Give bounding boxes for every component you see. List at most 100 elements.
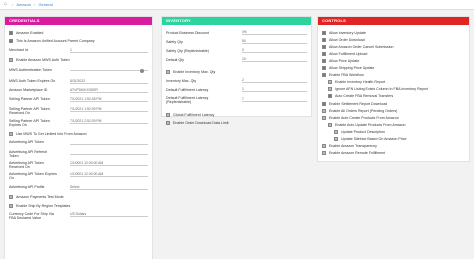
enable-auto-create-products-from-amazon-row: Enable Auto Create Products From Amazon	[322, 115, 399, 120]
this-is-amazon-unified-account-parent-company-label: This Is Amazon Unified Account Parent Co…	[16, 38, 95, 43]
use-mws-to-get-limited-info-from-amazon-checkbox[interactable]	[9, 131, 13, 136]
enable-order-download-data-limit-label: Enable Order Download Data Limit	[173, 120, 229, 125]
auto-create-fba-removal-transfers-label: Auto Create FBA Removal Transfers	[335, 94, 394, 99]
selling-partner-api-token-received-on-row: Selling Partner API Token Received On	[9, 107, 57, 116]
this-is-amazon-unified-account-parent-company-checkbox[interactable]	[9, 38, 13, 43]
advertising-api-profile-underline	[70, 185, 148, 190]
enable-inventory-max-qty-checkbox[interactable]	[166, 69, 170, 74]
inventory-max-qty-row: Inventory Max. Qty	[166, 78, 214, 83]
allow-price-update-row: Allow Price Update	[322, 58, 359, 63]
default-qty-label: Default Qty	[166, 57, 184, 62]
enable-ship-by-region-templates-row: Enable Ship By Region Templates	[9, 203, 70, 208]
default-fulfillment-latency-underline	[242, 87, 307, 92]
enable-order-download-data-limit-checkbox[interactable]	[166, 120, 170, 125]
use-mws-to-get-limited-info-from-amazon-row: Use MWS To Get Limited Info From Amazon	[9, 131, 87, 136]
default-qty-row: Default Qty	[166, 57, 214, 62]
amazon-marketplace-id-row: Amazon Marketplace ID	[9, 88, 57, 97]
selling-partner-api-token-label: Selling Partner API Token	[9, 97, 50, 101]
product-business-discount-underline	[242, 30, 307, 35]
enable-all-orders-report-pending-orders-checkbox[interactable]	[322, 108, 326, 113]
inventory-max-qty-label: Inventory Max. Qty	[166, 78, 197, 83]
enable-amazon-mws-auth-token-row: Enable Amazon MWS Auth Token	[9, 57, 70, 62]
amazon-payments-test-mode-checkbox[interactable]	[9, 194, 13, 199]
allow-shipping-price-update-checkbox[interactable]	[322, 66, 326, 70]
global-fulfillment-latency-label: Global Fulfillment Latency	[173, 112, 215, 117]
safety-qty-label: Safety Qty	[166, 39, 183, 44]
currency-code-for-ship-via-fba-declared-value-underline	[70, 212, 148, 217]
safety-qty-replenishable-underline	[242, 48, 307, 53]
amazon-payments-test-mode-label: Amazon Payments Test Mode	[16, 194, 64, 199]
enable-settlement-report-download-checkbox[interactable]	[322, 101, 326, 106]
enable-auto-create-products-from-amazon-checkbox[interactable]	[322, 115, 326, 120]
merchant-id-row: Merchant Id	[9, 48, 57, 57]
amazon-enabled-checkbox[interactable]	[9, 30, 13, 35]
default-fulfillment-latency-label: Default Fulfillment Latency	[166, 87, 209, 92]
enable-all-orders-report-pending-orders-label: Enable All Orders Report (Pending Orders…	[329, 108, 398, 113]
allow-fulfillment-upload-checkbox[interactable]	[322, 51, 326, 56]
enable-inventory-health-report-row: Enable Inventory Health Report	[328, 80, 385, 85]
enable-amazon-remote-fulfillment-label: Enable Amazon Remote Fulfillment	[329, 151, 386, 156]
breadcrumb-item-general[interactable]: General	[38, 2, 52, 7]
mws-authentication-token-row: MWS Authentication Token	[9, 68, 57, 77]
selling-partner-api-token-expires-on-row: Selling Partner API Token Expires On	[9, 119, 57, 128]
amazon-marketplace-id-underline	[70, 88, 148, 93]
allow-shipping-price-update-label: Allow Shipping Price Update	[329, 66, 375, 70]
selling-partner-api-token-received-on-label: Selling Partner API Token Received On	[9, 107, 50, 115]
ignore-afn-listing-exists-column-in-fba-inventory-report-checkbox[interactable]	[328, 87, 332, 92]
enable-order-download-data-limit-row: Enable Order Download Data Limit	[166, 120, 229, 125]
auto-create-fba-removal-transfers-checkbox[interactable]	[328, 94, 332, 99]
safety-qty-replenishable-row: Safety Qty (Replenishable)	[166, 48, 214, 53]
enable-amazon-transparency-checkbox[interactable]	[322, 144, 326, 149]
default-fulfillment-latency-replenishable-label: Default Fulfillment Latency (Replenishab…	[166, 95, 209, 104]
enable-fba-workflow-row: Enable FBA Workflow	[322, 73, 364, 78]
advertising-api-token-received-on-row: Advertising API Token Received On	[9, 161, 57, 170]
enable-inventory-health-report-checkbox[interactable]	[328, 80, 332, 85]
update-sitelrice-based-on-amazon-price-row: Update Sitelrice Based On Amazon Price	[334, 137, 407, 142]
advertising-api-refresh-token-label: Advertising API Refresh Token	[9, 150, 47, 158]
inventory-max-qty-underline	[242, 78, 307, 83]
enable-settlement-report-download-row: Enable Settlement Report Download	[322, 101, 387, 106]
advertising-api-token-received-on-underline	[70, 161, 148, 166]
ignore-afn-listing-exists-column-in-fba-inventory-report-label: Ignore AFN Listing Exists Column In FBA …	[335, 87, 428, 92]
allow-inventory-update-checkbox[interactable]	[322, 30, 326, 35]
selling-partner-api-token-row: Selling Partner API Token	[9, 97, 57, 106]
allow-inventory-update-row: Allow Inventory Update	[322, 30, 366, 35]
global-fulfillment-latency-checkbox[interactable]	[166, 112, 170, 117]
ignore-afn-listing-exists-column-in-fba-inventory-report-row: Ignore AFN Listing Exists Column In FBA …	[328, 87, 428, 92]
mws-auth-token-expires-on-label: MWS Auth Token Expires On	[9, 79, 56, 83]
product-business-discount-row: Product Business Discount	[166, 30, 214, 35]
enable-inventory-max-qty-label: Enable Inventory Max. Qty	[173, 69, 216, 74]
advertising-api-profile-row: Advertising API Profile	[9, 185, 57, 194]
mws-auth-token-expires-on-underline	[70, 79, 148, 84]
update-sitelrice-based-on-amazon-price-label: Update Sitelrice Based On Amazon Price	[341, 137, 407, 141]
breadcrumb-item-amazon[interactable]: Amazon	[16, 2, 31, 7]
breadcrumb-separator: ›	[34, 2, 36, 7]
advertising-api-token-label: Advertising API Token	[9, 140, 44, 144]
enable-inventory-health-report-label: Enable Inventory Health Report	[335, 80, 386, 85]
slider-knob[interactable]	[140, 68, 144, 73]
enable-amazon-remote-fulfillment-checkbox[interactable]	[322, 151, 326, 156]
allow-order-download-checkbox[interactable]	[322, 37, 326, 42]
enable-all-orders-report-pending-orders-row: Enable All Orders Report (Pending Orders…	[322, 108, 397, 113]
enable-auto-update-products-from-amazon-checkbox[interactable]	[328, 122, 332, 127]
update-product-description-checkbox[interactable]	[334, 129, 338, 134]
mws-authentication-token-slider[interactable]	[70, 68, 148, 73]
amazon-payments-test-mode-row: Amazon Payments Test Mode	[9, 194, 64, 199]
allow-order-download-label: Allow Order Download	[329, 37, 365, 42]
update-sitelrice-based-on-amazon-price-checkbox[interactable]	[334, 137, 338, 141]
advertising-api-refresh-token-underline	[70, 150, 148, 155]
allow-price-update-checkbox[interactable]	[322, 58, 326, 63]
inventory-panel: INVENTORY Product Business Discount 0% Saf…	[161, 16, 312, 125]
enable-auto-update-products-from-amazon-row: Enable Auto Update Products From Amazon	[328, 122, 406, 127]
selling-partner-api-token-expires-on-underline	[70, 119, 148, 124]
default-qty-underline	[242, 57, 307, 62]
home-icon[interactable]: ⌂	[4, 2, 9, 7]
advertising-api-profile-label: Advertising API Profile	[9, 185, 45, 189]
enable-ship-by-region-templates-checkbox[interactable]	[9, 203, 13, 208]
enable-fba-workflow-checkbox[interactable]	[322, 73, 326, 78]
enable-amazon-mws-auth-token-checkbox[interactable]	[9, 57, 13, 62]
default-fulfillment-latency-replenishable-underline	[242, 97, 307, 102]
allow-shipping-price-update-row: Allow Shipping Price Update	[322, 66, 374, 71]
allow-amazon-order-cancel-submission-checkbox[interactable]	[322, 44, 326, 49]
advertising-api-token-expires-on-label: Advertising API Token Expires On	[9, 172, 57, 180]
